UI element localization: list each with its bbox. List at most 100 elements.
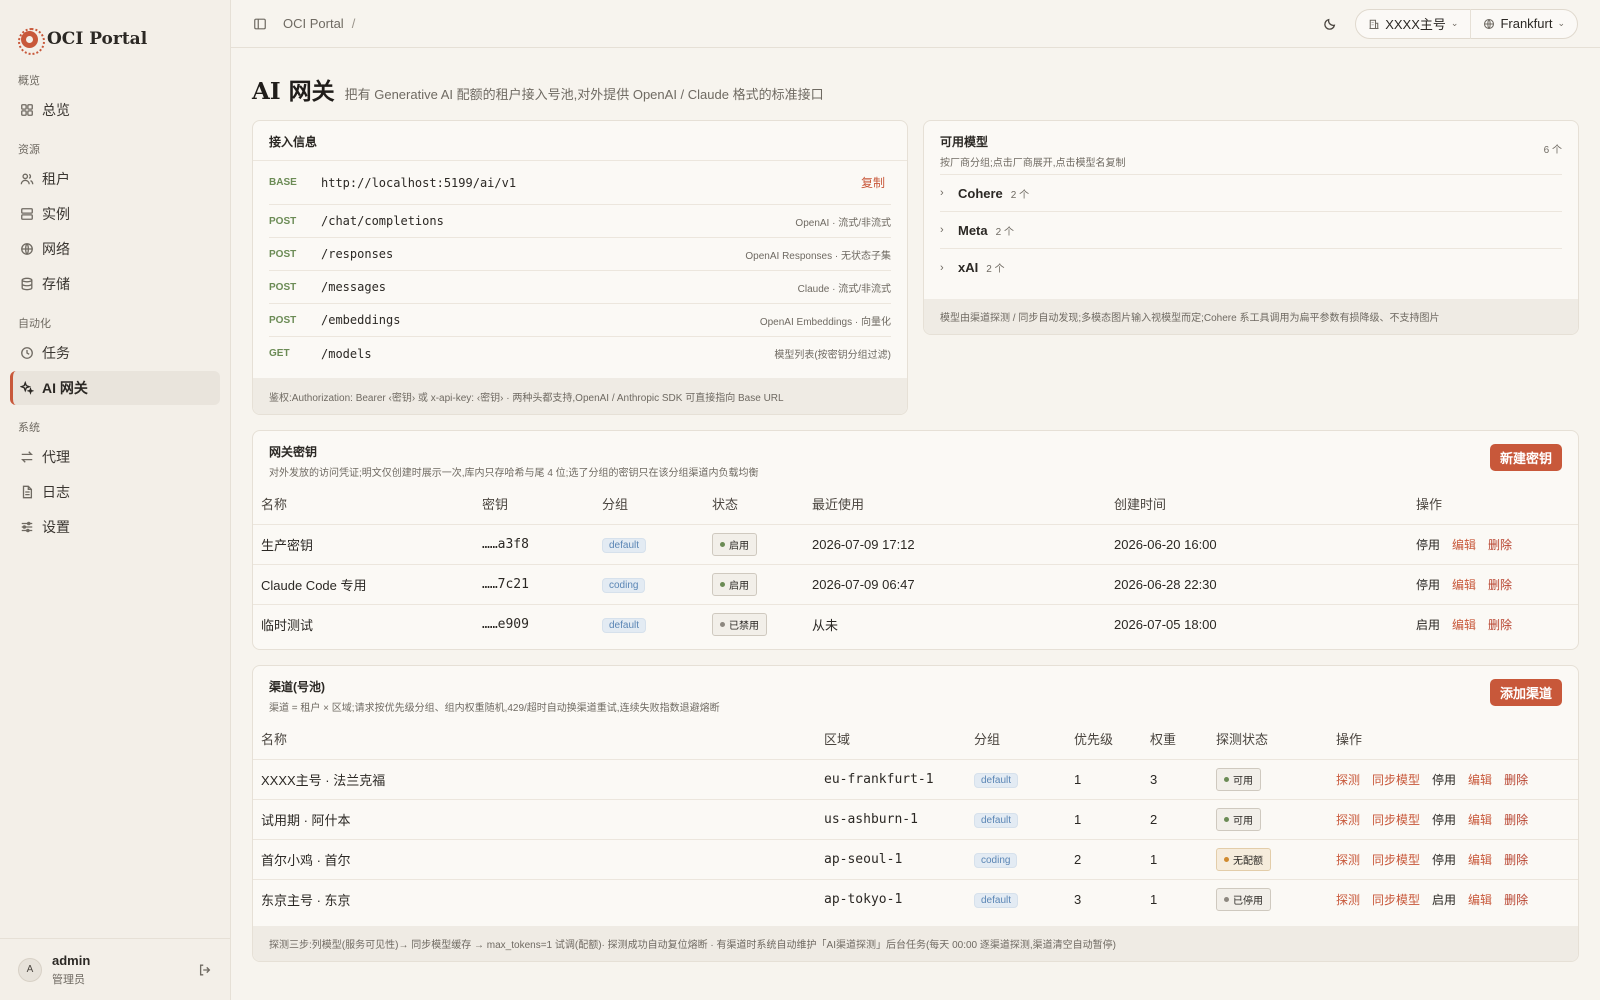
tenant-select[interactable]: XXXX主号 ⌄ <box>1356 9 1470 39</box>
sidebar-item-label: 任务 <box>42 345 70 361</box>
endpoint-path[interactable]: /models <box>321 347 372 361</box>
delete-button[interactable]: 删除 <box>1504 853 1528 867</box>
sync-models-button[interactable]: 同步模型 <box>1372 813 1420 827</box>
models-card: 可用模型 按厂商分组;点击厂商展开,点击模型名复制 6 个 › Cohere 2 个… <box>923 120 1579 335</box>
delete-button[interactable]: 删除 <box>1504 813 1528 827</box>
base-label: BASE <box>269 177 297 188</box>
edit-button[interactable]: 编辑 <box>1468 773 1492 787</box>
endpoint-path[interactable]: /responses <box>321 247 393 261</box>
sync-models-button[interactable]: 同步模型 <box>1372 893 1420 907</box>
endpoint-path[interactable]: /messages <box>321 280 386 294</box>
group-tag: default <box>974 772 1019 788</box>
add-channel-button[interactable]: 添加渠道 <box>1489 679 1562 706</box>
status-label: 可用 <box>1233 775 1253 787</box>
logout-icon[interactable] <box>198 963 212 977</box>
breadcrumb[interactable]: OCI Portal <box>283 16 344 31</box>
toggle-button[interactable]: 停用 <box>1432 853 1456 867</box>
vendor-row[interactable]: › Cohere 2 个 <box>940 175 1562 212</box>
users-icon <box>20 173 34 185</box>
region-select[interactable]: Frankfurt ⌄ <box>1470 8 1577 39</box>
toggle-button[interactable]: 启用 <box>1416 618 1440 632</box>
context-switcher: XXXX主号 ⌄ Frankfurt ⌄ <box>1355 8 1578 39</box>
probe-button[interactable]: 探测 <box>1336 853 1360 867</box>
base-url[interactable]: http://localhost:5199/ai/v1 <box>321 176 516 190</box>
nav-group-system: 系统 代理 日志 设置 <box>0 405 230 544</box>
status-dot <box>1224 776 1229 782</box>
sidebar-toggle-icon[interactable] <box>253 17 267 31</box>
sidebar-item-label: 总览 <box>42 102 70 118</box>
nav-group-automation: 自动化 任务 AI 网关 <box>0 301 230 405</box>
sidebar-item-instances[interactable]: 实例 <box>10 197 220 231</box>
status-dot <box>720 581 725 587</box>
status-label: 已禁用 <box>729 620 759 632</box>
http-method: POST <box>269 248 297 260</box>
sidebar-item-network[interactable]: 网络 <box>10 232 220 266</box>
key-suffix: ……a3f8 <box>474 524 594 565</box>
key-last-used: 2026-07-09 17:12 <box>804 524 1106 565</box>
channel-region: eu-frankfurt-1 <box>816 759 966 800</box>
table-row: XXXX主号 · 法兰克福 eu-frankfurt-1 default 1 3 可用 探测… <box>253 759 1578 800</box>
sidebar-item-overview[interactable]: 总览 <box>10 93 220 127</box>
edit-button[interactable]: 编辑 <box>1468 813 1492 827</box>
sync-models-button[interactable]: 同步模型 <box>1372 773 1420 787</box>
moon-icon[interactable] <box>1323 17 1337 31</box>
delete-button[interactable]: 删除 <box>1504 773 1528 787</box>
vendor-row[interactable]: › Meta 2 个 <box>940 212 1562 249</box>
page-subtitle: 把有 Generative AI 配额的租户接入号池,对外提供 OpenAI /… <box>344 87 824 102</box>
sidebar-item-tasks[interactable]: 任务 <box>10 336 220 370</box>
endpoint-row: POST/chat/completions OpenAI · 流式/非流式 <box>269 205 891 238</box>
chevron-right-icon: › <box>940 261 944 274</box>
new-key-button[interactable]: 新建密钥 <box>1489 444 1562 471</box>
edit-button[interactable]: 编辑 <box>1468 853 1492 867</box>
sync-models-button[interactable]: 同步模型 <box>1372 853 1420 867</box>
probe-button[interactable]: 探测 <box>1336 893 1360 907</box>
endpoint-note: 模型列表(按密钥分组过滤) <box>774 350 891 361</box>
endpoint-path[interactable]: /embeddings <box>321 313 400 327</box>
sidebar-item-proxy[interactable]: 代理 <box>10 440 220 474</box>
sidebar-item-label: 网络 <box>42 241 70 257</box>
delete-button[interactable]: 删除 <box>1488 538 1512 552</box>
edit-button[interactable]: 编辑 <box>1452 578 1476 592</box>
status-badge: 已停用 <box>1216 887 1271 911</box>
toggle-button[interactable]: 停用 <box>1416 578 1440 592</box>
channel-region: us-ashburn-1 <box>816 799 966 840</box>
edit-button[interactable]: 编辑 <box>1452 538 1476 552</box>
table-row: 生产密钥 ……a3f8 default 启用 2026-07-09 17:12 2026-… <box>253 524 1578 565</box>
http-method: POST <box>269 314 297 326</box>
card-title: 可用模型 <box>940 135 989 149</box>
toggle-button[interactable]: 停用 <box>1416 538 1440 552</box>
endpoint-note: Claude · 流式/非流式 <box>797 283 891 295</box>
sidebar-item-ai-gateway[interactable]: AI 网关 <box>10 371 220 405</box>
channel-name: 首尔小鸡 · 首尔 <box>253 839 816 880</box>
vendor-row[interactable]: › xAI 2 个 <box>940 249 1562 286</box>
nav-group-title: 自动化 <box>18 318 51 330</box>
card-header: 可用模型 按厂商分组;点击厂商展开,点击模型名复制 <box>924 121 1578 174</box>
endpoint-path[interactable]: /chat/completions <box>321 214 444 228</box>
probe-button[interactable]: 探测 <box>1336 773 1360 787</box>
delete-button[interactable]: 删除 <box>1488 618 1512 632</box>
server-icon <box>21 208 33 220</box>
edit-button[interactable]: 编辑 <box>1468 893 1492 907</box>
channel-status-cell: 已停用 <box>1208 879 1328 919</box>
card-description: 渠道 = 租户 × 区域;请求按优先级分组、组内权重随机,429/超时自动换渠道… <box>269 703 720 714</box>
toggle-button[interactable]: 启用 <box>1432 893 1456 907</box>
sidebar-item-settings[interactable]: 设置 <box>10 510 220 544</box>
channel-name: 试用期 · 阿什本 <box>253 799 816 840</box>
key-status-cell: 启用 <box>704 524 804 565</box>
copy-button[interactable]: 复制 <box>861 174 885 191</box>
toggle-button[interactable]: 停用 <box>1432 813 1456 827</box>
delete-button[interactable]: 删除 <box>1504 893 1528 907</box>
sidebar-item-storage[interactable]: 存储 <box>10 267 220 301</box>
brand[interactable]: OCI Portal <box>0 0 230 58</box>
sidebar-item-logs[interactable]: 日志 <box>10 475 220 509</box>
toggle-button[interactable]: 停用 <box>1432 773 1456 787</box>
delete-button[interactable]: 删除 <box>1488 578 1512 592</box>
edit-button[interactable]: 编辑 <box>1452 618 1476 632</box>
vendor-count: 2 个 <box>986 264 1005 275</box>
probe-button[interactable]: 探测 <box>1336 813 1360 827</box>
sidebar-item-tenants[interactable]: 租户 <box>10 162 220 196</box>
key-actions: 启用 编辑 删除 <box>1408 604 1578 644</box>
card-title: 渠道(号池) <box>269 680 325 694</box>
channels-table: 名称 区域 分组 优先级 权重 探测状态 操作 XXXX主号 · 法兰克福 eu-frankf… <box>253 719 1578 919</box>
column-header: 操作 <box>1328 719 1578 760</box>
